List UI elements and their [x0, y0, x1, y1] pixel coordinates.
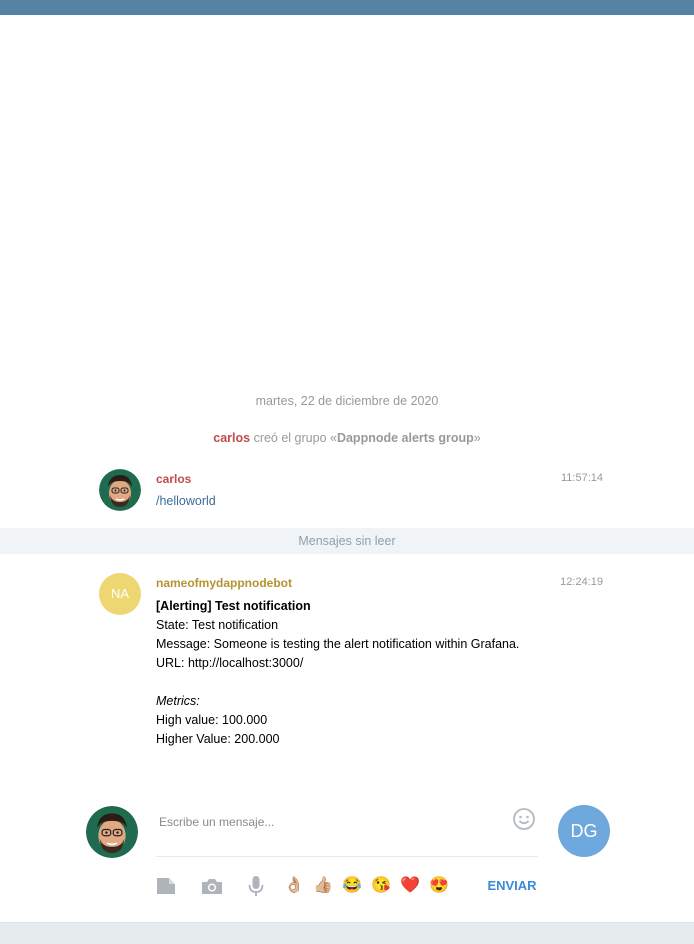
smile-icon[interactable]: [512, 807, 536, 831]
peer-avatar[interactable]: DG: [558, 805, 610, 857]
carlos-avatar[interactable]: [99, 469, 141, 511]
send-button[interactable]: ENVIAR: [482, 876, 542, 896]
message-time: 11:57:14: [560, 472, 603, 484]
message-input[interactable]: [156, 803, 538, 857]
message-time: 12:24:19: [560, 576, 603, 588]
alert-state: State: Test notification: [156, 618, 279, 632]
emoji-heart-eyes[interactable]: 😍: [429, 876, 449, 896]
message-text-command[interactable]: /helloworld: [156, 494, 216, 508]
service-message: carlos creó el grupo «Dappnode alerts gr…: [0, 431, 694, 445]
bot-avatar[interactable]: NA: [99, 573, 141, 615]
emoji-joy[interactable]: 😂: [342, 876, 362, 896]
unread-messages-separator: Mensajes sin leer: [0, 528, 694, 554]
message-author[interactable]: nameofmydappnodebot: [156, 576, 292, 590]
date-separator: martes, 22 de diciembre de 2020: [255, 394, 439, 408]
emoji-heart[interactable]: ❤️: [400, 876, 420, 896]
service-text-before: creó el grupo «: [250, 431, 337, 445]
attach-file-icon[interactable]: [156, 874, 178, 898]
bottom-footer-bar: [0, 922, 694, 944]
microphone-icon[interactable]: [246, 874, 266, 898]
alert-metrics-label: Metrics:: [156, 694, 200, 708]
emoji-ok-hand[interactable]: 👌🏼: [284, 876, 304, 896]
alert-message: Message: Someone is testing the alert no…: [156, 637, 520, 651]
emoji-thumbs-up[interactable]: 👍🏼: [313, 876, 333, 896]
alert-title: [Alerting] Test notification: [156, 599, 311, 613]
my-avatar[interactable]: [86, 806, 138, 858]
alert-higher-value: Higher Value: 200.000: [156, 732, 280, 746]
service-group-name: Dappnode alerts group: [336, 431, 474, 445]
service-user-link[interactable]: carlos: [213, 431, 250, 445]
emoji-kiss[interactable]: 😘: [371, 876, 391, 896]
service-text-after: »: [473, 431, 481, 445]
message-author[interactable]: carlos: [156, 472, 191, 486]
alert-url: URL: http://localhost:3000/: [156, 656, 304, 670]
alert-high-value: High value: 100.000: [156, 713, 268, 727]
top-header-bar: [0, 0, 694, 15]
camera-icon[interactable]: [200, 874, 224, 898]
message-body: [Alerting] Test notification State: Test…: [156, 597, 556, 749]
